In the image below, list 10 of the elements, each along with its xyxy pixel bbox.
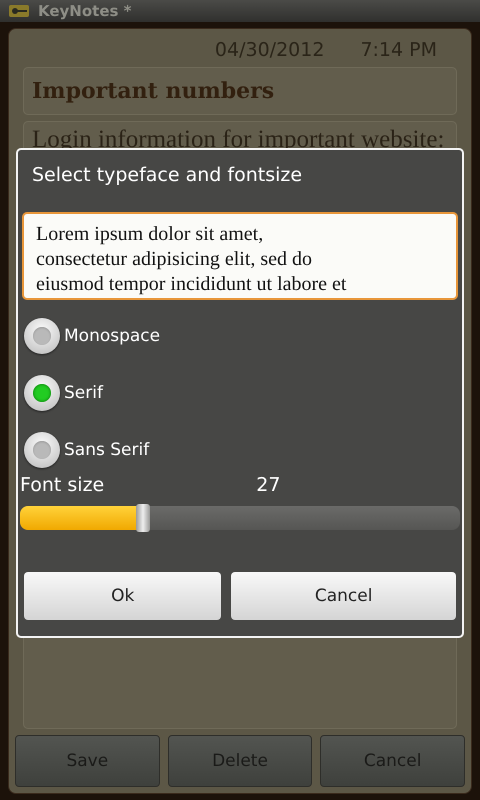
preview-text-field[interactable]: Lorem ipsum dolor sit amet, consectetur adipisicing elit, sed do eiusmod tempor incididunt ut labore et [22,212,458,300]
font-size-slider[interactable] [20,506,460,530]
dialog-title: Select typeface and fontsize [31,163,304,188]
dialog-button[interactable]: Cancel [231,572,456,620]
app-title: KeyNotes * [38,2,132,20]
typeface-option[interactable]: Serif [20,364,460,421]
typeface-option[interactable]: Monospace [20,307,460,364]
slider-thumb[interactable] [136,504,150,532]
app-icon [8,4,30,18]
dialog-button[interactable]: Ok [24,572,222,620]
